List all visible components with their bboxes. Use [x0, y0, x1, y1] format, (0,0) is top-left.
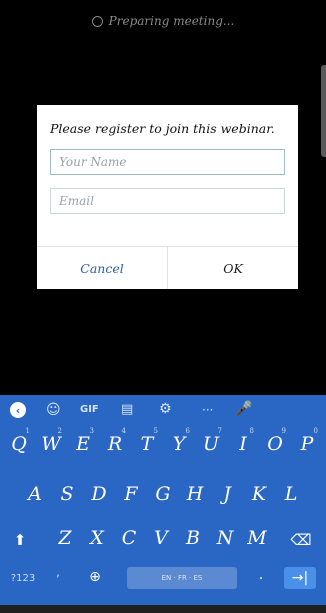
key-g[interactable]: G	[148, 483, 178, 505]
key-hint: 9	[281, 427, 286, 435]
enter-key[interactable]: →|	[284, 567, 316, 589]
key-c[interactable]: C	[114, 527, 144, 549]
key-p[interactable]: P0	[292, 427, 322, 455]
key-hint: 3	[89, 427, 94, 435]
cancel-button[interactable]: Cancel	[37, 247, 168, 289]
key-hint: 2	[57, 427, 62, 435]
key-s[interactable]: S	[52, 483, 82, 505]
key-a[interactable]: A	[20, 483, 50, 505]
comma-key[interactable]: ,	[50, 565, 66, 579]
key-i[interactable]: I8	[228, 427, 258, 455]
keyboard-row-1: Q1W2E3R4T5Y6U7I8O9P0	[0, 427, 326, 463]
key-n[interactable]: N	[210, 527, 240, 549]
key-h[interactable]: H	[180, 483, 210, 505]
dialog-buttons: Cancel OK	[37, 246, 298, 289]
gear-icon[interactable]: ⚙	[159, 401, 172, 417]
keyboard-row-2: ASDFGHJKL	[0, 483, 326, 513]
key-m[interactable]: M	[242, 527, 272, 549]
key-hint: 1	[25, 427, 30, 435]
clipboard-icon[interactable]: ▤	[121, 402, 133, 417]
keyboard-row-3: ⬆ ⌫ ZXCVBNM	[0, 527, 326, 557]
key-hint: 0	[313, 427, 318, 435]
ok-button[interactable]: OK	[168, 247, 298, 289]
key-o[interactable]: O9	[260, 427, 290, 455]
chevron-left-icon: ‹	[10, 402, 26, 418]
register-dialog: Please register to join this webinar. Ca…	[37, 105, 298, 289]
gif-button[interactable]: GIF	[80, 404, 99, 415]
key-d[interactable]: D	[84, 483, 114, 505]
space-key[interactable]: EN · FR · ES	[127, 567, 237, 589]
preparing-status-text: Preparing meeting...	[108, 14, 235, 28]
keyboard: ‹ ☺ GIF ▤ ⚙ ··· 🎤 Q1W2E3R4T5Y6U7I8O9P0 A…	[0, 395, 326, 605]
key-b[interactable]: B	[178, 527, 208, 549]
key-e[interactable]: E3	[68, 427, 98, 455]
key-j[interactable]: J	[212, 483, 242, 505]
globe-icon[interactable]: ⊕	[85, 569, 105, 585]
period-key[interactable]: .	[254, 567, 268, 583]
email-input[interactable]	[50, 188, 285, 214]
key-y[interactable]: Y6	[164, 427, 194, 455]
loading-spinner-icon	[91, 15, 103, 27]
dialog-title: Please register to join this webinar.	[50, 121, 275, 136]
key-x[interactable]: X	[82, 527, 112, 549]
scroll-handle[interactable]	[321, 65, 326, 157]
key-v[interactable]: V	[146, 527, 176, 549]
keyboard-toolbar: ‹ ☺ GIF ▤ ⚙ ··· 🎤	[0, 395, 326, 425]
key-hint: 6	[185, 427, 190, 435]
key-hint: 8	[249, 427, 254, 435]
key-z[interactable]: Z	[50, 527, 80, 549]
key-l[interactable]: L	[276, 483, 306, 505]
key-r[interactable]: R4	[100, 427, 130, 455]
key-w[interactable]: W2	[36, 427, 66, 455]
more-button[interactable]: ···	[202, 403, 213, 417]
key-q[interactable]: Q1	[4, 427, 34, 455]
key-f[interactable]: F	[116, 483, 146, 505]
keyboard-back-button[interactable]: ‹	[10, 402, 26, 418]
preparing-status: Preparing meeting...	[0, 14, 326, 28]
navigation-bar	[0, 605, 326, 613]
key-hint: 4	[121, 427, 126, 435]
symbols-key[interactable]: ?123	[8, 573, 38, 584]
shift-icon[interactable]: ⬆	[8, 531, 32, 549]
sticker-icon[interactable]: ☺	[46, 402, 61, 418]
key-u[interactable]: U7	[196, 427, 226, 455]
key-hint: 5	[153, 427, 158, 435]
microphone-icon[interactable]: 🎤	[235, 401, 252, 417]
key-hint: 7	[217, 427, 222, 435]
key-t[interactable]: T5	[132, 427, 162, 455]
key-k[interactable]: K	[244, 483, 274, 505]
name-input[interactable]	[50, 149, 285, 175]
backspace-icon[interactable]: ⌫	[288, 531, 314, 549]
